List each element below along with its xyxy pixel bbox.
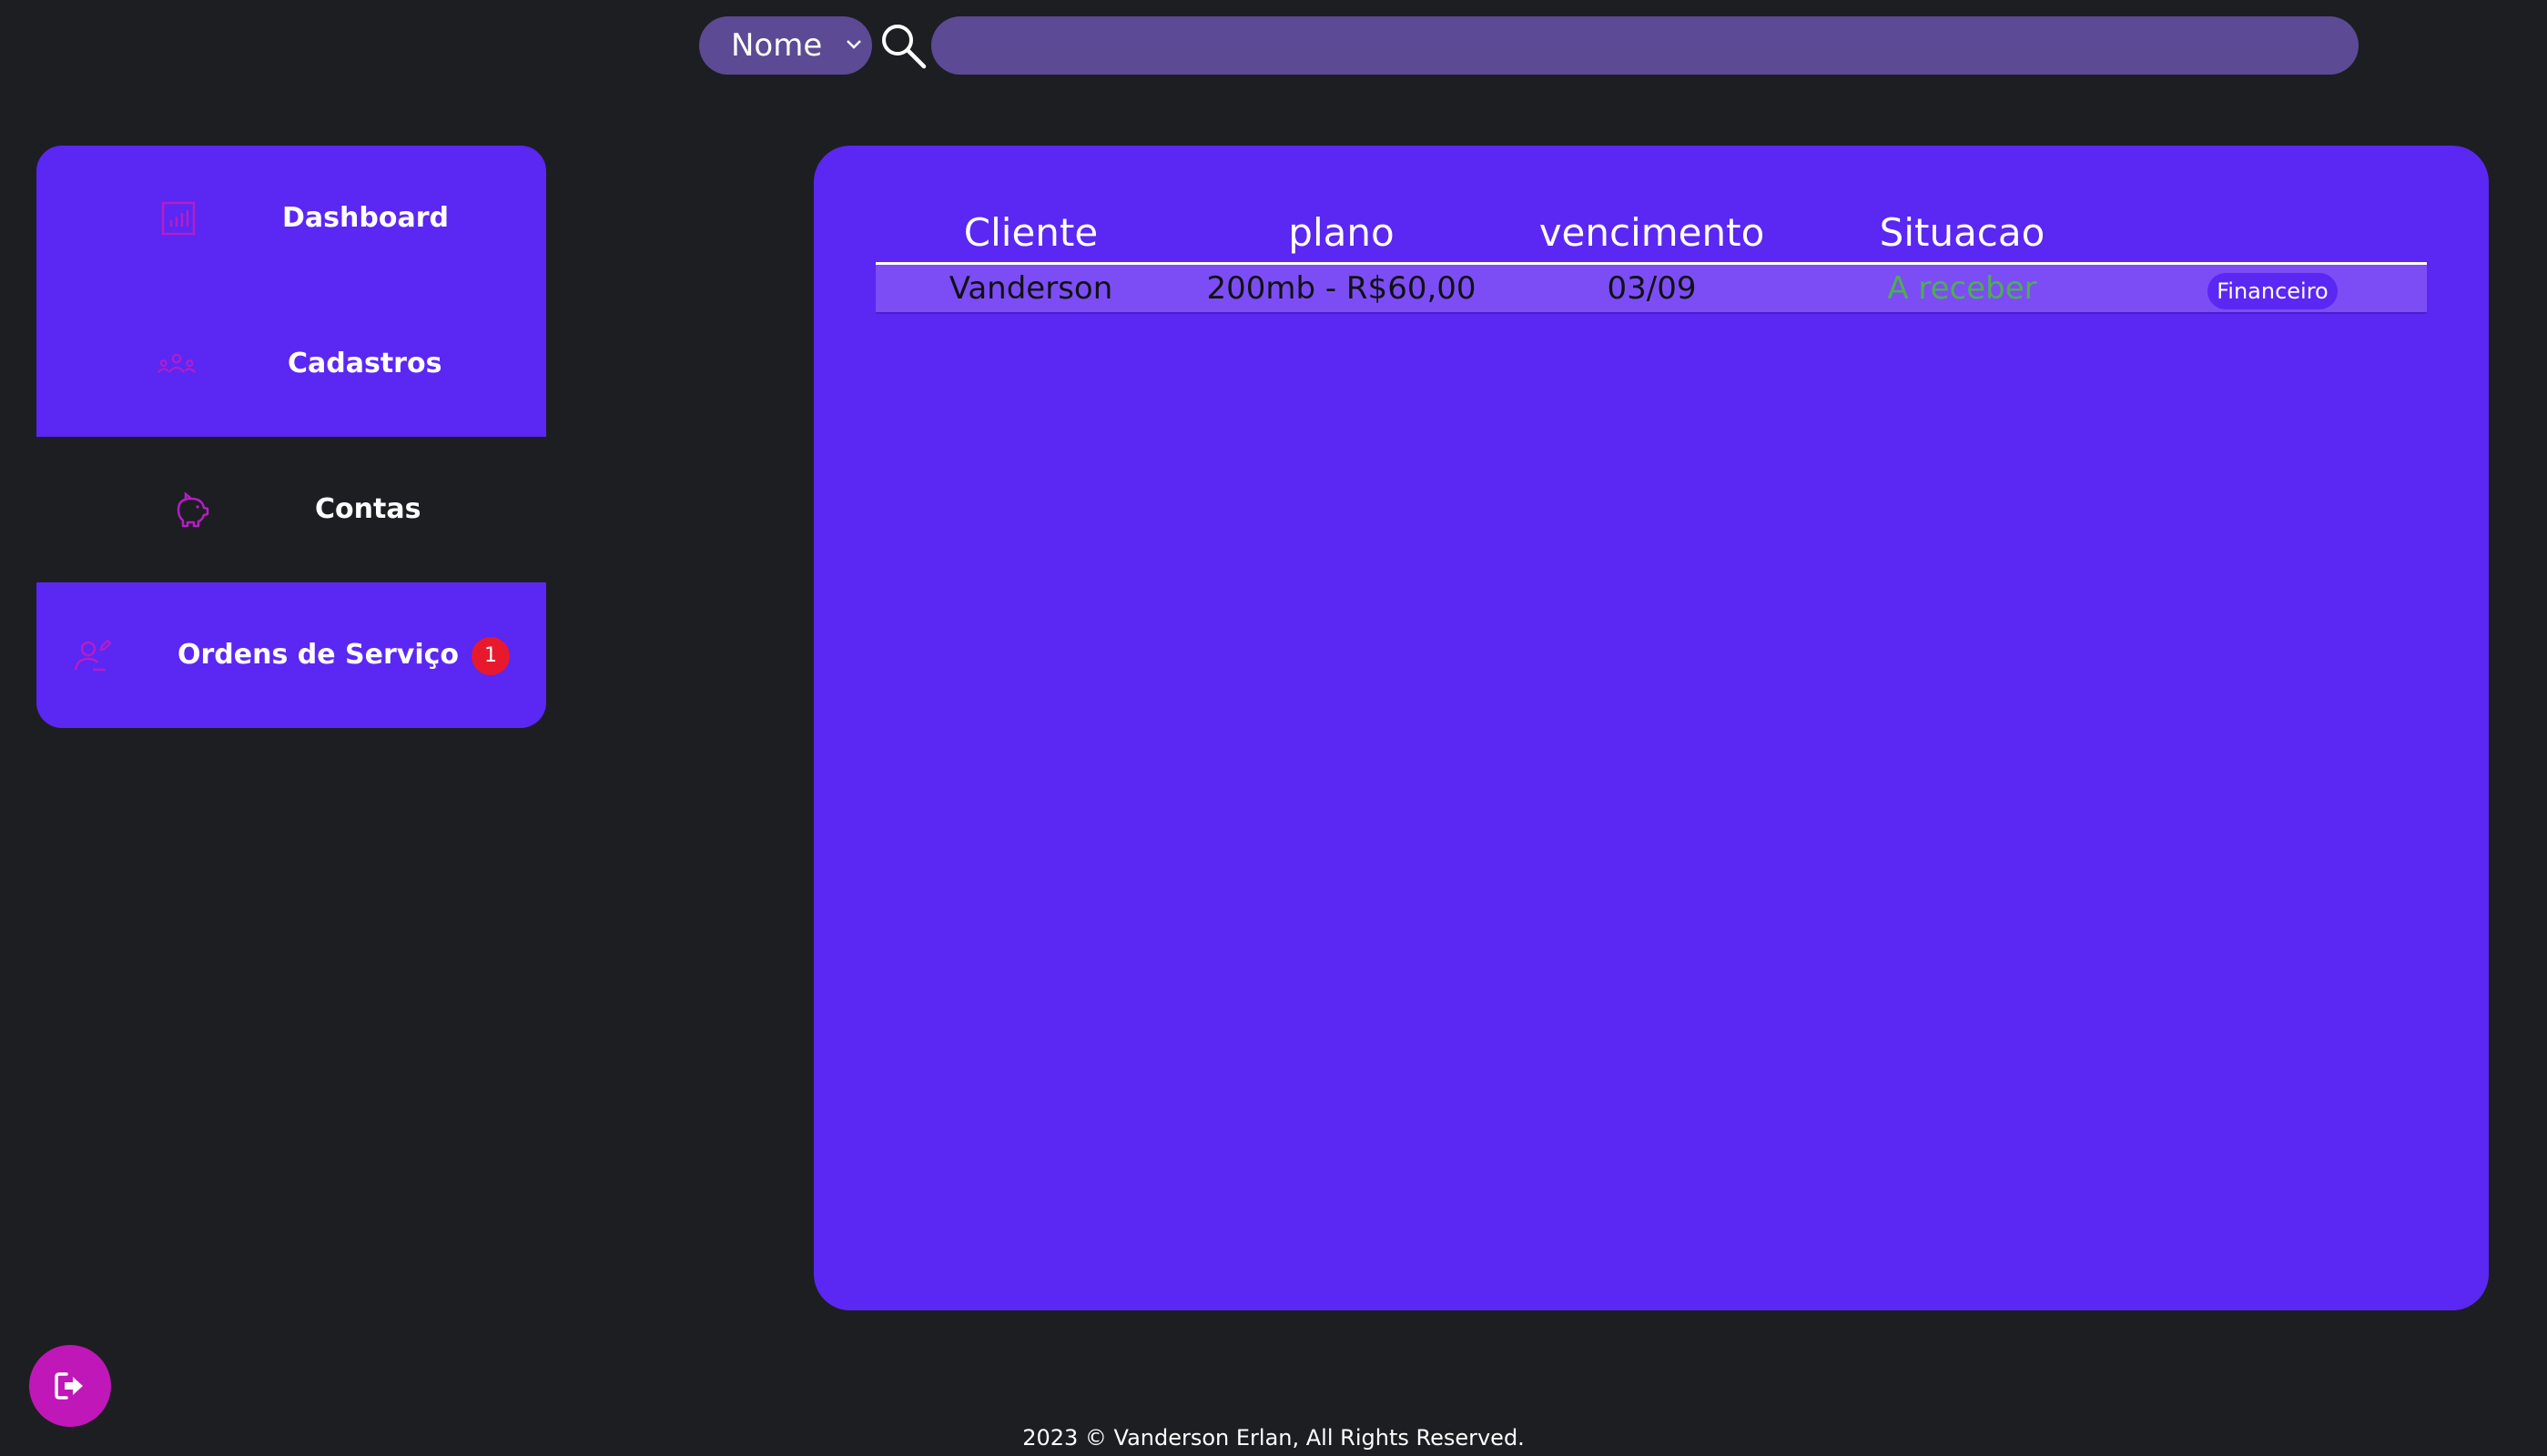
sidebar-item-label: Dashboard: [282, 202, 449, 234]
logout-button[interactable]: [29, 1345, 111, 1427]
main-panel: Cliente plano vencimento Situacao Vander…: [814, 146, 2489, 1310]
table-header: Cliente plano vencimento Situacao: [876, 204, 2427, 265]
footer-copyright: 2023 © Vanderson Erlan, All Rights Reser…: [1022, 1425, 1525, 1451]
piggy-bank-icon: [177, 491, 209, 528]
search-filter-select[interactable]: Nome: [699, 16, 872, 75]
chevron-down-icon: [847, 40, 861, 49]
column-header-vencimento: vencimento: [1538, 210, 1765, 255]
cell-vencimento: 03/09: [1607, 270, 1697, 307]
search-icon[interactable]: [878, 20, 928, 71]
search-bar: Nome: [699, 16, 2359, 75]
sidebar-item-label: Contas: [315, 493, 421, 525]
sidebar-item-contas[interactable]: Contas: [36, 437, 546, 582]
search-input[interactable]: [931, 16, 2359, 75]
notification-badge: 1: [472, 637, 510, 675]
table-row: Vanderson 200mb - R$60,00 03/09 A recebe…: [876, 265, 2427, 314]
logout-icon: [55, 1372, 83, 1400]
sidebar: Dashboard Cadastros Contas Ordens de Ser…: [36, 146, 546, 728]
cell-plano: 200mb - R$60,00: [1206, 270, 1476, 307]
users-icon: [157, 353, 197, 374]
sidebar-item-label: Ordens de Serviço: [178, 639, 460, 671]
user-edit-icon: [74, 639, 112, 672]
search-filter-value: Nome: [731, 27, 823, 64]
sidebar-item-ordens-de-servico[interactable]: Ordens de Serviço 1: [36, 582, 546, 728]
column-header-plano: plano: [1288, 210, 1395, 255]
sidebar-item-cadastros[interactable]: Cadastros: [36, 291, 546, 437]
cell-cliente: Vanderson: [949, 270, 1113, 307]
sidebar-item-label: Cadastros: [288, 348, 442, 379]
chart-icon: [161, 201, 196, 236]
column-header-cliente: Cliente: [963, 210, 1099, 255]
cell-action: Financeiro: [2117, 265, 2428, 312]
sidebar-item-dashboard[interactable]: Dashboard: [36, 146, 546, 291]
column-header-situacao: Situacao: [1879, 210, 2045, 255]
accounts-table: Cliente plano vencimento Situacao Vander…: [876, 204, 2427, 314]
cell-situacao: A receber: [1887, 270, 2037, 307]
financeiro-button[interactable]: Financeiro: [2207, 273, 2338, 309]
